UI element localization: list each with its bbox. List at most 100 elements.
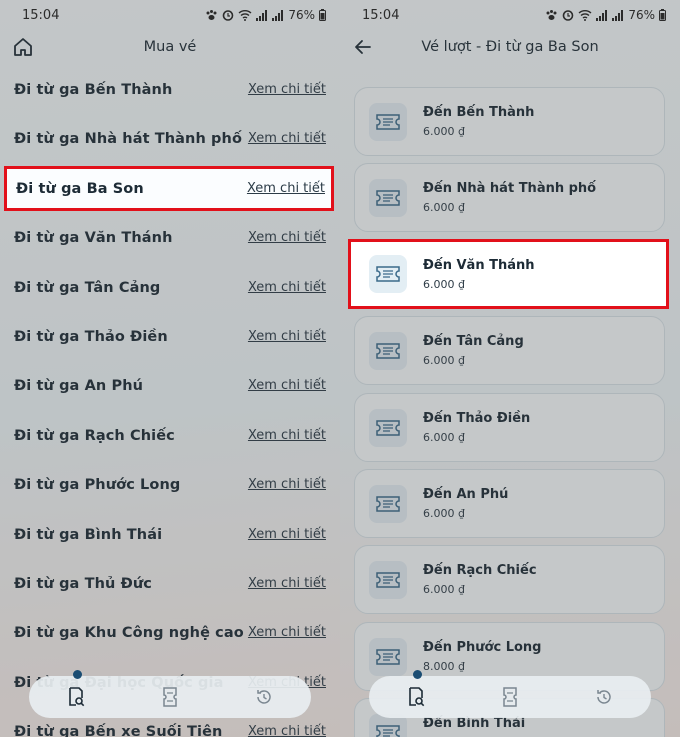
view-details-link[interactable]: Xem chi tiết	[248, 230, 326, 245]
view-details-link[interactable]: Xem chi tiết	[248, 576, 326, 591]
station-row[interactable]: Đi từ ga Rạch Chiếc Xem chi tiết	[0, 411, 340, 460]
status-icons: 76%	[205, 8, 326, 22]
ticket-destination: Đến An Phú	[423, 487, 509, 502]
ticket-icon-box	[369, 102, 407, 141]
ticket-destination: Đến Tân Cảng	[423, 334, 524, 349]
station-name: Đi từ ga Thảo Điền	[14, 328, 168, 345]
ticket-card[interactable]: Đến Thảo Điền 6.000 ₫	[354, 393, 665, 462]
ticket-search-icon	[409, 687, 425, 707]
station-row[interactable]: Đi từ ga Văn Thánh Xem chi tiết	[0, 213, 340, 262]
wifi-icon	[578, 10, 592, 21]
signal-icon	[256, 9, 268, 21]
back-arrow-icon[interactable]	[352, 36, 374, 58]
ticket-icon-box	[369, 484, 407, 523]
station-name: Đi từ ga Tân Cảng	[14, 279, 161, 296]
station-name: Đi từ ga Bình Thái	[14, 526, 163, 543]
station-row[interactable]: Đi từ ga Bình Thái Xem chi tiết	[0, 510, 340, 559]
bottom-nav	[29, 670, 311, 718]
view-details-link[interactable]: Xem chi tiết	[248, 477, 326, 492]
ticket-price: 6.000 ₫	[423, 125, 465, 138]
nav-history[interactable]	[244, 681, 284, 713]
ticket-search-icon	[69, 687, 85, 707]
view-details-link[interactable]: Xem chi tiết	[248, 724, 326, 737]
view-details-link[interactable]: Xem chi tiết	[248, 625, 326, 640]
ticket-card[interactable]: Đến Bến Thành 6.000 ₫	[354, 87, 665, 156]
status-time: 15:04	[362, 7, 400, 23]
view-details-link[interactable]: Xem chi tiết	[248, 428, 326, 443]
station-row[interactable]: Đi từ ga Khu Công nghệ cao Xem chi tiết	[0, 608, 340, 657]
station-row[interactable]: Đi từ ga Thảo Điền Xem chi tiết	[0, 312, 340, 361]
signal-icon-2	[272, 9, 284, 21]
station-row-selected[interactable]: Đi từ ga Ba Son Xem chi tiết	[4, 166, 334, 211]
ticket-price: 6.000 ₫	[423, 277, 465, 291]
nav-tickets[interactable]	[490, 681, 530, 713]
station-name: Đi từ ga Văn Thánh	[14, 229, 173, 246]
ticket-price: 6.000 ₫	[423, 354, 465, 367]
history-icon	[257, 690, 271, 704]
ticket-icon	[376, 113, 400, 130]
station-name: Đi từ ga Nhà hát Thành phố	[14, 130, 243, 147]
status-icons: 76%	[545, 8, 666, 22]
ticket-icon	[376, 266, 400, 282]
nav-ticket-search[interactable]	[56, 681, 96, 713]
paw-icon	[546, 10, 557, 20]
signal-icon-2	[612, 9, 624, 21]
history-icon	[597, 690, 611, 704]
station-name: Đi từ ga Phước Long	[14, 476, 181, 493]
view-details-link[interactable]: Xem chi tiết	[248, 329, 326, 344]
view-details-link[interactable]: Xem chi tiết	[248, 527, 326, 542]
ticket-card-selected[interactable]: Đến Văn Thánh 6.000 ₫	[348, 239, 669, 309]
station-row[interactable]: Đi từ ga Phước Long Xem chi tiết	[0, 460, 340, 509]
ticket-icon	[376, 571, 400, 588]
view-details-link[interactable]: Xem chi tiết	[248, 280, 326, 295]
ticket-icon	[376, 189, 400, 206]
ticket-icon-box	[369, 408, 407, 447]
ticket-card[interactable]: Đến Nhà hát Thành phố 6.000 ₫	[354, 163, 665, 232]
ticket-icon	[376, 419, 400, 436]
ticket-card[interactable]: Đến An Phú 6.000 ₫	[354, 469, 665, 538]
battery-icon	[659, 9, 666, 21]
battery-percent: 76%	[288, 8, 315, 22]
ticket-icon-box	[369, 255, 407, 293]
alarm-icon	[223, 10, 234, 21]
station-row[interactable]: Đi từ ga Bến Thành Xem chi tiết	[0, 65, 340, 114]
station-row[interactable]: Đi từ ga An Phú Xem chi tiết	[0, 361, 340, 410]
ticket-icon	[376, 724, 400, 737]
ticket-icon-box	[369, 560, 407, 599]
page-title: Mua vé	[143, 39, 197, 55]
battery-icon	[319, 9, 326, 21]
ticket-destination: Đến Rạch Chiếc	[423, 563, 537, 578]
nav-ticket-search[interactable]	[396, 681, 436, 713]
ticket-price: 8.000 ₫	[423, 660, 465, 673]
ticket-price: 6.000 ₫	[423, 507, 465, 520]
ticket-card[interactable]: Đến Rạch Chiếc 6.000 ₫	[354, 545, 665, 614]
active-indicator-dot	[73, 670, 82, 679]
nav-history[interactable]	[584, 681, 624, 713]
station-name: Đi từ ga Bến Thành	[14, 81, 173, 98]
ticket-icon	[503, 687, 517, 707]
station-name: Đi từ ga An Phú	[14, 377, 144, 394]
active-indicator-dot	[413, 670, 422, 679]
station-name: Đi từ ga Khu Công nghệ cao	[14, 624, 244, 641]
station-name: Đi từ ga Ba Son	[16, 180, 144, 197]
view-details-link[interactable]: Xem chi tiết	[247, 181, 325, 196]
station-row[interactable]: Đi từ ga Thủ Đức Xem chi tiết	[0, 559, 340, 608]
nav-tickets[interactable]	[150, 681, 190, 713]
station-name: Đi từ ga Thủ Đức	[14, 575, 152, 592]
station-row[interactable]: Đi từ ga Tân Cảng Xem chi tiết	[0, 263, 340, 312]
ticket-price: 6.000 ₫	[423, 201, 465, 214]
view-details-link[interactable]: Xem chi tiết	[248, 378, 326, 393]
ticket-icon-box	[369, 178, 407, 217]
station-name: Đi từ ga Rạch Chiếc	[14, 427, 175, 444]
ticket-icon	[376, 648, 400, 665]
view-details-link[interactable]: Xem chi tiết	[248, 131, 326, 146]
wifi-icon	[238, 10, 252, 21]
ticket-icon	[376, 342, 400, 359]
signal-icon	[596, 9, 608, 21]
app-bar: Vé lượt - Đi từ ga Ba Son	[340, 30, 680, 64]
battery-percent: 76%	[628, 8, 655, 22]
view-details-link[interactable]: Xem chi tiết	[248, 82, 326, 97]
home-icon[interactable]	[12, 36, 34, 58]
station-row[interactable]: Đi từ ga Nhà hát Thành phố Xem chi tiết	[0, 114, 340, 163]
ticket-card[interactable]: Đến Tân Cảng 6.000 ₫	[354, 316, 665, 385]
